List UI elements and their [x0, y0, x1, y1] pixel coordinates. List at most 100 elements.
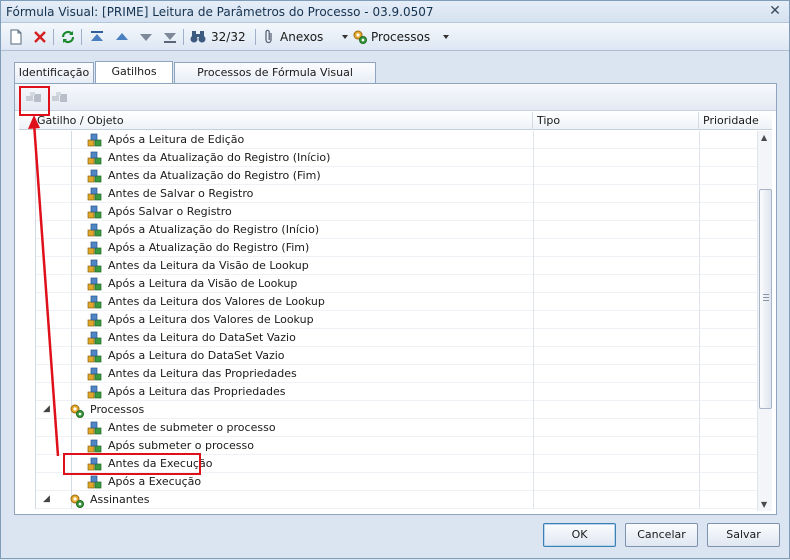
tree-row[interactable]: Após Salvar o Registro	[19, 203, 757, 221]
process-group-icon	[69, 403, 85, 418]
trigger-icon	[87, 439, 103, 453]
record-counter: 32/32	[190, 28, 246, 46]
processes-gear-icon	[353, 30, 367, 44]
ok-button[interactable]: OK	[543, 523, 616, 547]
cancel-button[interactable]: Cancelar	[625, 523, 698, 547]
row-indent	[36, 257, 72, 275]
grid-header: Gatilho / Objeto Tipo Prioridade	[19, 112, 772, 130]
row-indicator[interactable]	[19, 293, 36, 311]
row-indent	[36, 491, 72, 509]
collapse-toggle-icon[interactable]: ◢	[43, 404, 50, 414]
prioridade-cell	[699, 419, 757, 437]
tree-row[interactable]: Antes da Leitura do DataSet Vazio	[19, 329, 757, 347]
previous-record-button[interactable]	[115, 28, 129, 46]
row-indicator[interactable]	[19, 131, 36, 149]
processes-label: Processos	[371, 30, 431, 44]
row-indicator[interactable]	[19, 329, 36, 347]
last-record-button[interactable]	[163, 28, 177, 46]
binoculars-icon	[190, 31, 206, 43]
prioridade-cell	[699, 437, 757, 455]
new-button[interactable]	[9, 28, 23, 46]
tree-row-label: Antes de submeter o processo	[108, 421, 276, 434]
scroll-up-icon[interactable]: ▲	[761, 133, 767, 142]
tipo-cell	[533, 347, 699, 365]
row-indicator[interactable]	[19, 149, 36, 167]
row-indicator[interactable]	[19, 203, 36, 221]
scroll-thumb[interactable]	[759, 189, 772, 409]
processes-menu-button[interactable]: Processos	[341, 28, 450, 46]
row-indent	[36, 473, 72, 491]
remove-trigger-button[interactable]	[50, 91, 70, 107]
tab-identificacao[interactable]: Identificação	[14, 62, 94, 83]
row-indicator[interactable]	[19, 185, 36, 203]
scroll-down-icon[interactable]: ▼	[761, 500, 767, 509]
tree-row[interactable]: Antes da Leitura da Visão de Lookup	[19, 257, 757, 275]
tree-row[interactable]: Antes da Atualização do Registro (Fim)	[19, 167, 757, 185]
trigger-icon	[87, 313, 103, 327]
tree-row[interactable]: Após a Atualização do Registro (Fim)	[19, 239, 757, 257]
trigger-icon	[87, 331, 103, 345]
up-arrow-icon	[116, 33, 128, 40]
row-indicator[interactable]	[19, 311, 36, 329]
tipo-cell	[533, 275, 699, 293]
row-indicator[interactable]	[19, 491, 36, 509]
row-indicator[interactable]	[19, 239, 36, 257]
close-icon[interactable]: ✕	[767, 4, 783, 19]
tree-row[interactable]: Antes de Salvar o Registro	[19, 185, 757, 203]
row-indicator[interactable]	[19, 419, 36, 437]
next-record-button[interactable]	[139, 28, 153, 46]
tree-row-label: Após a Leitura das Propriedades	[108, 385, 286, 398]
row-indicator[interactable]	[19, 347, 36, 365]
row-indicator[interactable]	[19, 401, 36, 419]
attachments-button[interactable]: Anexos	[263, 28, 323, 46]
row-indent	[36, 221, 72, 239]
tipo-cell	[533, 329, 699, 347]
tree-row[interactable]: Após a Leitura de Edição	[19, 131, 757, 149]
row-indent	[36, 131, 72, 149]
prioridade-cell	[699, 203, 757, 221]
column-header-prioridade[interactable]: Prioridade	[699, 112, 772, 130]
column-header-gatilho[interactable]: Gatilho / Objeto	[19, 112, 533, 130]
process-group-icon	[69, 493, 85, 508]
title-bar: Fórmula Visual: [PRIME] Leitura de Parâm…	[1, 1, 789, 23]
tree-row[interactable]: Após a Leitura do DataSet Vazio	[19, 347, 757, 365]
prioridade-cell	[699, 167, 757, 185]
tab-gatilhos[interactable]: Gatilhos	[95, 61, 173, 84]
vertical-scrollbar[interactable]: ▲ ▼	[757, 131, 772, 511]
row-indicator[interactable]	[19, 437, 36, 455]
row-indicator[interactable]	[19, 473, 36, 491]
trigger-icon	[87, 277, 103, 291]
trigger-icon	[87, 349, 103, 363]
tree-row[interactable]: Antes da Leitura dos Valores de Lookup	[19, 293, 757, 311]
tab-processos-formula-visual[interactable]: Processos de Fórmula Visual	[174, 62, 376, 83]
tree-row[interactable]: Antes de submeter o processo	[19, 419, 757, 437]
save-button[interactable]: Salvar	[707, 523, 780, 547]
tree-row[interactable]: Após a Leitura das Propriedades	[19, 383, 757, 401]
trigger-icon	[87, 205, 103, 219]
tree-row[interactable]: Após a Leitura da Visão de Lookup	[19, 275, 757, 293]
tree-row[interactable]: Após a Leitura dos Valores de Lookup	[19, 311, 757, 329]
column-header-tipo[interactable]: Tipo	[533, 112, 699, 130]
tree-row[interactable]: Após a Execução	[19, 473, 757, 491]
delete-button[interactable]	[33, 28, 47, 46]
tree-row-label: Após a Atualização do Registro (Início)	[108, 223, 320, 236]
refresh-button[interactable]	[60, 28, 76, 46]
row-indicator[interactable]	[19, 275, 36, 293]
row-indicator[interactable]	[19, 365, 36, 383]
row-indicator[interactable]	[19, 257, 36, 275]
row-indent	[36, 365, 72, 383]
tree-row-label: Após a Leitura da Visão de Lookup	[108, 277, 298, 290]
row-indicator[interactable]	[19, 167, 36, 185]
first-record-button[interactable]	[90, 28, 104, 46]
collapse-toggle-icon[interactable]: ◢	[43, 494, 50, 504]
trigger-icon	[87, 367, 103, 381]
tree-group-row[interactable]: ◢ Assinantes	[19, 491, 757, 509]
tree-row[interactable]: Após a Atualização do Registro (Início)	[19, 221, 757, 239]
toolbar-separator	[183, 29, 184, 45]
tree-row[interactable]: Antes da Atualização do Registro (Início…	[19, 149, 757, 167]
tree-group-row[interactable]: ◢ Processos	[19, 401, 757, 419]
tree-row[interactable]: Antes da Leitura das Propriedades	[19, 365, 757, 383]
row-indicator[interactable]	[19, 455, 36, 473]
row-indicator[interactable]	[19, 383, 36, 401]
row-indicator[interactable]	[19, 221, 36, 239]
